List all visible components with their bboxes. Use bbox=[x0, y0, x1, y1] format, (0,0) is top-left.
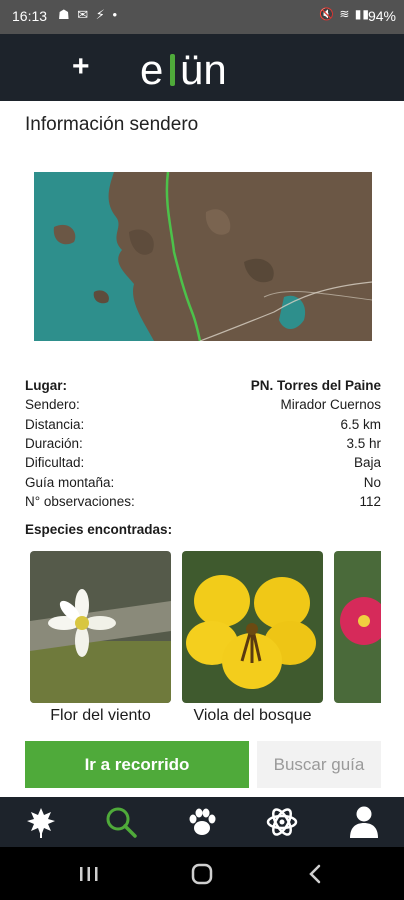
info-value: PN. Torres del Paine bbox=[250, 378, 381, 394]
info-row: Sendero: Mirador Cuernos bbox=[25, 395, 381, 414]
info-value: 6.5 km bbox=[340, 416, 381, 432]
info-label: Dificultad: bbox=[25, 455, 85, 471]
info-label: Duración: bbox=[25, 436, 83, 452]
info-value: Mirador Cuernos bbox=[280, 397, 381, 413]
notification-icons: ☗ ✉ ⚡ • bbox=[58, 7, 120, 22]
atom-icon bbox=[266, 808, 298, 836]
species-carousel[interactable]: Flor del viento Viola del bosque P bbox=[25, 547, 381, 737]
info-row: Guía montaña: No bbox=[25, 472, 381, 491]
find-guide-button[interactable]: Buscar guía bbox=[257, 741, 381, 788]
species-photo bbox=[182, 551, 323, 703]
profile-icon bbox=[350, 806, 378, 838]
svg-text:e: e bbox=[140, 48, 163, 92]
species-name: Viola del bosque bbox=[193, 707, 312, 724]
info-row: Lugar: PN. Torres del Paine bbox=[25, 376, 381, 395]
plus-icon[interactable]: + bbox=[72, 52, 90, 82]
species-card[interactable]: Flor del viento bbox=[30, 547, 171, 737]
go-to-trail-button[interactable]: Ir a recorrido bbox=[25, 741, 249, 788]
info-row: N° observaciones: 112 bbox=[25, 492, 381, 511]
nav-leaf[interactable] bbox=[21, 803, 61, 841]
nav-science[interactable] bbox=[262, 803, 302, 841]
species-title: Especies encontradas: bbox=[25, 522, 173, 537]
status-time: 16:13 bbox=[12, 8, 48, 24]
home-icon bbox=[191, 863, 213, 885]
back-button[interactable] bbox=[300, 861, 330, 887]
info-row: Duración: 3.5 hr bbox=[25, 434, 381, 453]
status-bar: 16:13 ☗ ✉ ⚡ • 🔇 ≋ ▮▮ 94% bbox=[0, 0, 404, 34]
system-nav-bar bbox=[0, 847, 404, 900]
species-name: P bbox=[334, 707, 381, 725]
nav-profile[interactable] bbox=[344, 803, 384, 841]
nav-animals[interactable] bbox=[182, 803, 222, 841]
species-card[interactable]: Viola del bosque bbox=[182, 547, 323, 737]
back-icon bbox=[309, 864, 321, 884]
species-photo bbox=[334, 551, 381, 703]
info-label: N° observaciones: bbox=[25, 493, 135, 509]
info-label: Lugar: bbox=[25, 378, 67, 394]
leaf-icon bbox=[27, 808, 55, 838]
info-label: Distancia: bbox=[25, 416, 85, 432]
paw-icon bbox=[189, 808, 216, 835]
species-photo bbox=[30, 551, 171, 703]
info-value: No bbox=[363, 474, 381, 490]
battery-level: 94% bbox=[367, 8, 396, 24]
recent-apps-button[interactable] bbox=[74, 861, 104, 887]
search-icon bbox=[106, 807, 137, 838]
species-name: Flor del viento bbox=[50, 707, 151, 724]
svg-text:ün: ün bbox=[180, 48, 227, 92]
nav-search[interactable] bbox=[101, 803, 141, 841]
info-value: 3.5 hr bbox=[346, 436, 381, 452]
trail-info-list: Lugar: PN. Torres del Paine Sendero: Mirado… bbox=[25, 376, 381, 511]
system-icons: 🔇 ≋ ▮▮ bbox=[319, 7, 370, 21]
app-bar: + e ün bbox=[0, 34, 404, 101]
info-row: Dificultad: Baja bbox=[25, 453, 381, 472]
info-value: Baja bbox=[353, 455, 381, 471]
recent-apps-icon bbox=[80, 867, 98, 881]
page-title: Información sendero bbox=[25, 114, 199, 135]
bottom-nav bbox=[0, 797, 404, 847]
info-label: Guía montaña: bbox=[25, 474, 115, 490]
info-label: Sendero: bbox=[25, 397, 80, 413]
info-row: Distancia: 6.5 km bbox=[25, 415, 381, 434]
species-card[interactable]: P bbox=[334, 547, 381, 737]
elun-logo: e ün bbox=[140, 48, 227, 92]
home-button[interactable] bbox=[187, 861, 217, 887]
trail-map[interactable] bbox=[34, 172, 372, 341]
info-value: 112 bbox=[359, 493, 381, 509]
